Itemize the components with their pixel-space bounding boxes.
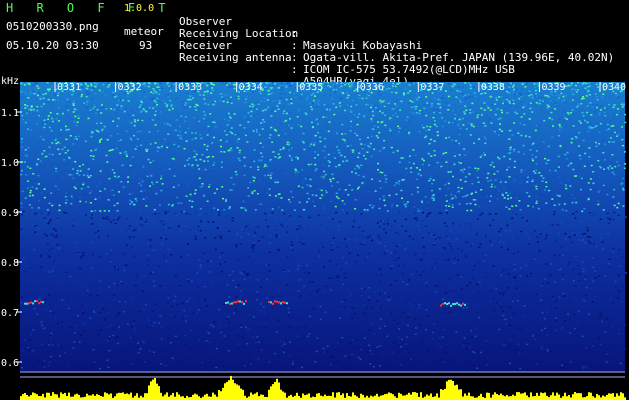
- x-tick-label: 0340: [602, 82, 626, 93]
- app-version: 1.0.0: [124, 3, 155, 14]
- info-colon: :: [291, 63, 298, 76]
- baseline-signal: [20, 375, 626, 400]
- x-tick-label: 0338: [481, 82, 505, 93]
- y-tick-label: 0.7: [1, 308, 19, 319]
- y-tick-label: 0.6: [1, 358, 19, 369]
- file-name: 0510200330.png: [6, 20, 99, 33]
- x-tick-label: 0337: [420, 82, 444, 93]
- x-tick-label: 0339: [541, 82, 565, 93]
- x-tick-label: 0336: [360, 82, 384, 93]
- x-tick-label: 0333: [178, 82, 202, 93]
- y-axis-unit: kHz: [1, 76, 19, 87]
- y-tick-label: 1.1: [1, 108, 19, 119]
- y-tick-label: 0.9: [1, 208, 19, 219]
- meteor-label: meteor: [124, 25, 164, 38]
- x-tick-label: 0331: [57, 82, 81, 93]
- x-tick-label: 0334: [239, 82, 263, 93]
- y-tick-label: 1.0: [1, 158, 19, 169]
- x-tick-label: 0335: [299, 82, 323, 93]
- x-tick-label: 0332: [118, 82, 142, 93]
- date-time: 05.10.20 03:30: [6, 39, 99, 52]
- spectrogram-svg: 0331 0332 0333 0334 0335 0336 0337 0338 0339 0340…: [1, 76, 627, 400]
- spectrogram-background: [20, 82, 625, 372]
- y-ticks: 1.1 1.0 0.9 0.8 0.7 0.6: [1, 108, 22, 369]
- meteor-count: 93: [139, 39, 153, 52]
- info-key: Receiving antenna: [179, 51, 292, 64]
- spectrogram-plot: 0331 0332 0333 0334 0335 0336 0337 0338 0339 0340…: [0, 76, 629, 400]
- y-tick-label: 0.8: [1, 258, 19, 269]
